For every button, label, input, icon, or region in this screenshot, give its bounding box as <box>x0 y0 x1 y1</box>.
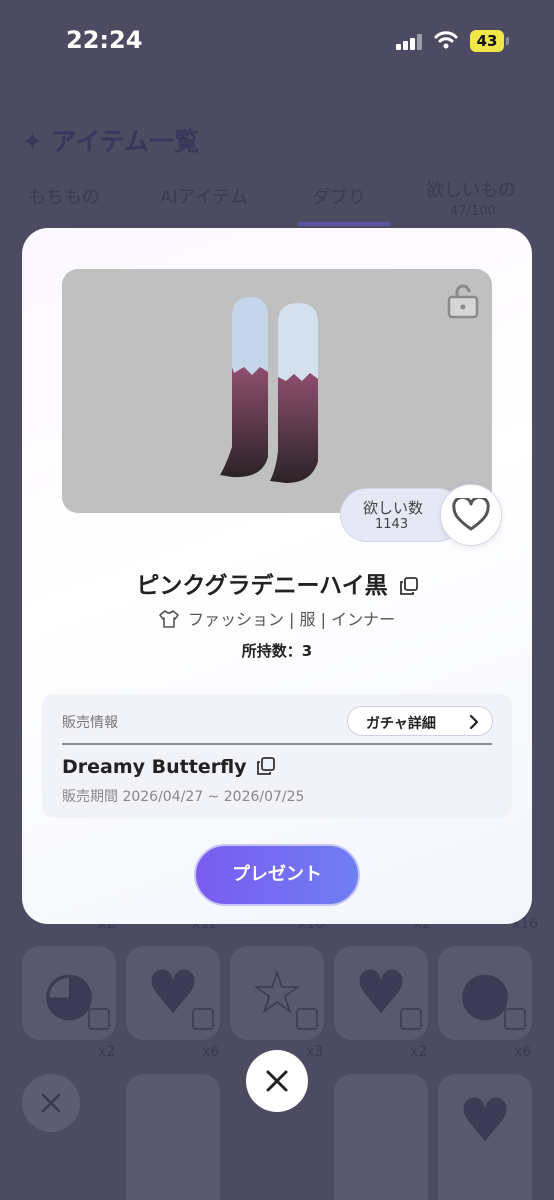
unlock-icon <box>447 284 479 319</box>
modal-close-button[interactable] <box>246 1050 308 1112</box>
page-title-text: アイテム一覧 <box>51 127 200 156</box>
copy-icon[interactable] <box>257 757 276 775</box>
clothing-icon <box>159 610 179 628</box>
page-title: ✦ アイテム一覧 <box>22 122 199 158</box>
tab-wishlist[interactable]: 欲しいもの <box>426 176 516 202</box>
item-detail-modal: 欲しい数 1143 ピンクグラデニーハイ黒 ファッション | 服 | インナー … <box>22 228 532 924</box>
lock-icon <box>88 1008 110 1030</box>
grid-item-tile[interactable]: ● <box>438 946 532 1040</box>
item-name-row: ピンクグラデニーハイ黒 <box>22 566 532 600</box>
gacha-detail-label: ガチャ詳細 <box>366 716 436 732</box>
tab-ai-items[interactable]: AIアイテム <box>160 183 248 209</box>
sale-period: 販売期間 2026/04/27 ~ 2026/07/25 <box>62 789 305 805</box>
chevron-right-icon <box>469 714 479 730</box>
wishlist-heart-button[interactable] <box>440 484 502 546</box>
owned-count: 所持数：3 <box>241 642 313 660</box>
item-name: ピンクグラデニーハイ黒 <box>136 573 388 599</box>
tab-wishlist-count: 47/100 <box>450 204 496 219</box>
grid-item-tile[interactable]: ◕ <box>22 946 116 1040</box>
wish-count-label: 欲しい数 <box>363 499 424 517</box>
copy-icon[interactable] <box>399 577 418 595</box>
gacha-name-row: Dreamy Butterfly <box>62 756 276 778</box>
present-button[interactable]: プレゼント <box>194 844 360 906</box>
knee-socks-illustration <box>220 297 318 483</box>
lock-icon <box>504 1008 526 1030</box>
close-icon <box>266 1070 288 1092</box>
sparkle-icon: ✦ <box>22 127 43 156</box>
item-category: ファッション | 服 | インナー <box>187 610 396 629</box>
status-bar: 22:24 43 <box>0 0 554 80</box>
battery-tip <box>506 37 509 45</box>
gacha-name: Dreamy Butterfly <box>62 756 247 778</box>
grid-count: x2 <box>410 1044 428 1060</box>
signal-icon <box>396 34 422 50</box>
lock-icon <box>400 1008 422 1030</box>
grid-item-tile[interactable] <box>334 1074 428 1200</box>
close-icon <box>41 1093 61 1113</box>
grid-item-tile[interactable]: ♥ <box>438 1074 532 1200</box>
lock-icon <box>192 1008 214 1030</box>
grid-count: x3 <box>306 1044 324 1060</box>
grid-item-tile[interactable]: ♥ <box>334 946 428 1040</box>
item-image <box>62 269 492 513</box>
tab-duplicates[interactable]: ダブり <box>312 183 366 209</box>
tab-mochimono[interactable]: もちもの <box>28 183 100 209</box>
grid-item-tile[interactable]: ♥ <box>126 946 220 1040</box>
grid-item-tile[interactable] <box>126 1074 220 1200</box>
grid-count: x6 <box>514 1044 532 1060</box>
sales-divider <box>62 743 492 745</box>
background-close-button[interactable] <box>22 1074 80 1132</box>
sales-info-title: 販売情報 <box>62 715 118 731</box>
lock-icon <box>296 1008 318 1030</box>
grid-count: x2 <box>98 1044 116 1060</box>
item-thumbnail: ♥ <box>458 1086 512 1156</box>
battery-icon: 43 <box>470 30 504 52</box>
status-time: 22:24 <box>66 26 143 54</box>
grid-count: x6 <box>202 1044 220 1060</box>
grid-item-tile[interactable]: ☆ <box>230 946 324 1040</box>
heart-icon <box>452 498 490 531</box>
gacha-detail-button[interactable]: ガチャ詳細 <box>347 706 493 736</box>
category-row: ファッション | 服 | インナー <box>22 606 532 630</box>
wifi-icon <box>434 31 458 49</box>
sales-info-box: 販売情報 ガチャ詳細 Dreamy Butterfly 販売期間 2026/04… <box>42 694 512 818</box>
wish-count-value: 1143 <box>375 517 409 532</box>
active-tab-indicator <box>298 222 390 226</box>
